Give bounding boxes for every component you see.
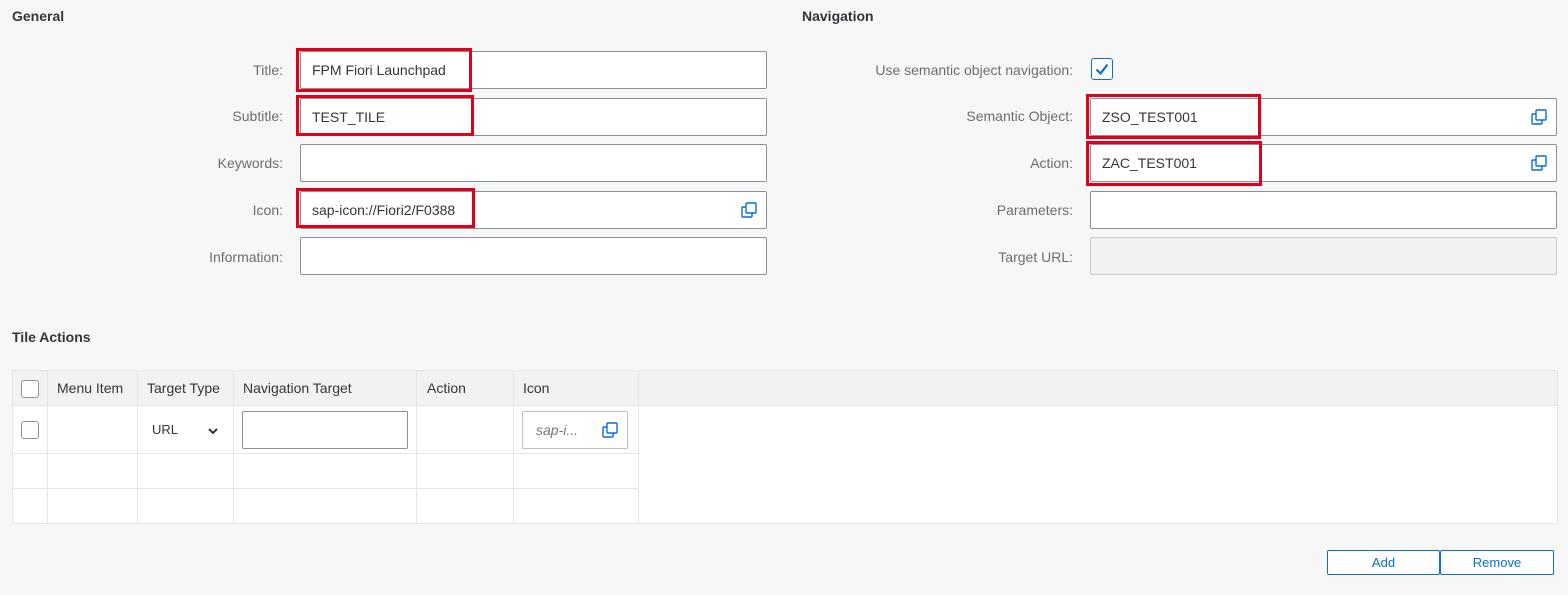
- title-input-value: FPM Fiori Launchpad: [312, 62, 446, 78]
- icon-label: Icon:: [252, 202, 283, 218]
- table-header: Menu Item Target Type Navigation Target …: [13, 371, 1557, 406]
- parameters-input[interactable]: [1090, 191, 1557, 229]
- grid-line: [416, 371, 417, 523]
- subtitle-input[interactable]: TEST_TILE: [300, 98, 767, 136]
- column-menu-item[interactable]: Menu Item: [57, 380, 123, 396]
- use-semantic-checkbox[interactable]: [1091, 58, 1113, 80]
- target-type-select[interactable]: URL: [152, 422, 178, 437]
- row-checkbox[interactable]: [21, 421, 39, 439]
- row-icon-input[interactable]: sap-i...: [522, 411, 628, 449]
- general-section-title: General: [12, 8, 65, 24]
- value-help-icon[interactable]: [1531, 155, 1547, 171]
- information-input[interactable]: [300, 237, 767, 275]
- checkmark-icon: [1095, 63, 1109, 76]
- target-url-label: Target URL:: [998, 249, 1073, 265]
- grid-line: [47, 371, 48, 523]
- navigation-section-title: Navigation: [802, 8, 874, 24]
- chevron-down-icon[interactable]: [207, 424, 219, 442]
- row-icon-placeholder: sap-i...: [536, 422, 579, 438]
- column-icon[interactable]: Icon: [523, 380, 549, 396]
- column-target-type[interactable]: Target Type: [147, 380, 220, 396]
- icon-input-value: sap-icon://Fiori2/F0388: [312, 202, 456, 218]
- grid-line: [513, 371, 514, 523]
- semantic-object-input[interactable]: ZSO_TEST001: [1090, 98, 1557, 136]
- tile-actions-table: Menu Item Target Type Navigation Target …: [12, 370, 1558, 524]
- keywords-input[interactable]: [300, 144, 767, 182]
- grid-line: [13, 453, 638, 454]
- semantic-object-value: ZSO_TEST001: [1102, 109, 1198, 125]
- action-label: Action:: [1030, 155, 1073, 171]
- navigation-target-input[interactable]: [242, 411, 408, 449]
- semantic-object-label: Semantic Object:: [966, 108, 1073, 124]
- grid-line: [233, 371, 234, 523]
- action-value: ZAC_TEST001: [1102, 155, 1197, 171]
- grid-line: [638, 371, 639, 523]
- column-navigation-target[interactable]: Navigation Target: [243, 380, 352, 396]
- grid-line: [13, 488, 638, 489]
- column-action[interactable]: Action: [427, 380, 466, 396]
- grid-line: [137, 371, 138, 523]
- value-help-icon[interactable]: [741, 202, 757, 218]
- subtitle-input-value: TEST_TILE: [312, 109, 386, 125]
- action-input[interactable]: ZAC_TEST001: [1090, 144, 1557, 182]
- information-label: Information:: [209, 249, 283, 265]
- select-all-checkbox[interactable]: [21, 380, 39, 398]
- value-help-icon[interactable]: [1531, 109, 1547, 125]
- value-help-icon[interactable]: [602, 422, 618, 438]
- subtitle-label: Subtitle:: [232, 108, 283, 124]
- use-semantic-label: Use semantic object navigation:: [875, 62, 1073, 78]
- add-button[interactable]: Add: [1327, 550, 1440, 575]
- tile-actions-title: Tile Actions: [12, 329, 91, 345]
- icon-input[interactable]: sap-icon://Fiori2/F0388: [300, 191, 767, 229]
- title-input[interactable]: FPM Fiori Launchpad: [300, 51, 767, 89]
- target-url-input: [1090, 237, 1557, 275]
- keywords-label: Keywords:: [217, 155, 283, 171]
- parameters-label: Parameters:: [996, 202, 1073, 218]
- remove-button[interactable]: Remove: [1440, 550, 1554, 575]
- title-label: Title:: [253, 62, 283, 78]
